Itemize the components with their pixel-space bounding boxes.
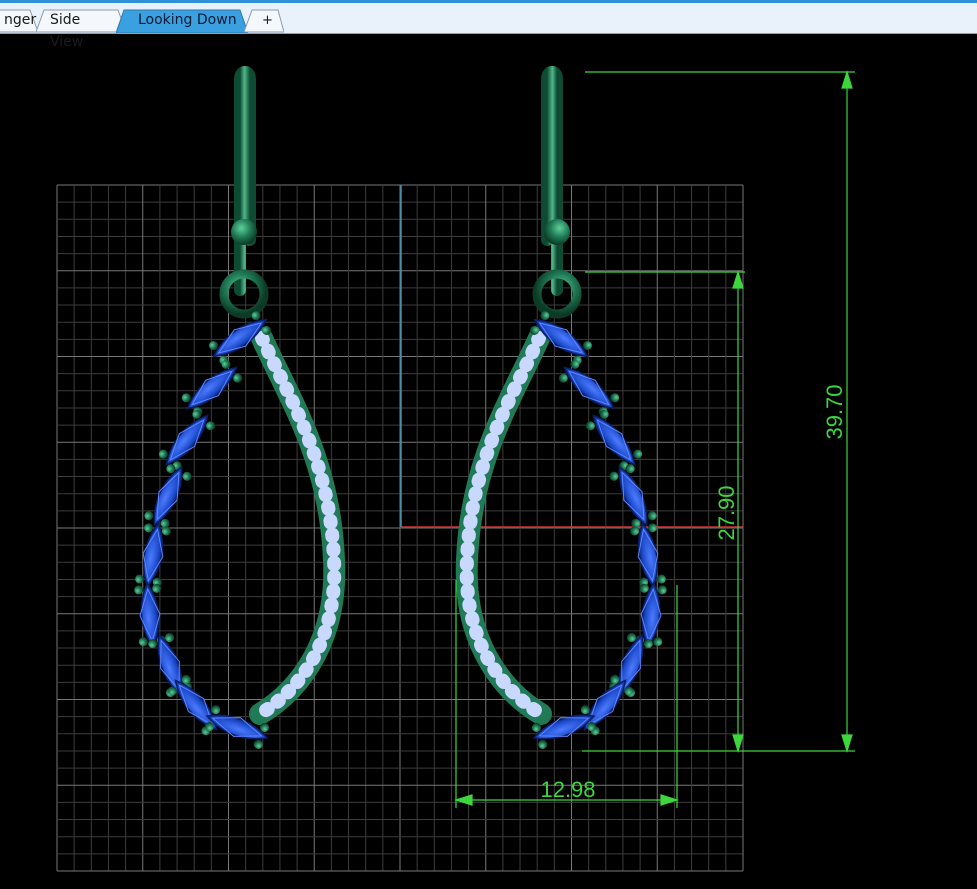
right-marquise-stones xyxy=(530,311,667,749)
right-wire-ball xyxy=(544,219,570,245)
viewport-canvas: 39.70 27.90 12.98 xyxy=(56,65,855,872)
right-marquise-stone xyxy=(585,409,643,471)
left-marquise-stone xyxy=(158,409,216,471)
drop-height-dimension: 27.90 xyxy=(714,485,739,540)
tab-add[interactable]: + xyxy=(244,9,284,33)
right-pave-row xyxy=(455,327,552,725)
right-marquise-stone xyxy=(630,521,666,589)
left-earring[interactable] xyxy=(134,65,346,751)
left-marquise-stone xyxy=(144,464,192,528)
3d-viewport[interactable]: 39.70 27.90 12.98 xyxy=(0,34,977,889)
total-height-dimension: 39.70 xyxy=(822,384,847,439)
right-earring[interactable] xyxy=(455,65,668,751)
right-ear-wire xyxy=(541,65,563,296)
tab-side-view[interactable]: Side View xyxy=(36,9,126,50)
right-marquise-stone xyxy=(609,464,657,528)
tab-finger[interactable]: nger xyxy=(0,9,38,33)
left-ear-wire xyxy=(234,65,256,296)
view-tab-bar: nger Side View Looking Down + xyxy=(0,0,977,50)
add-tab-icon: + xyxy=(262,13,273,28)
drop-width-dimension: 12.98 xyxy=(540,777,595,802)
left-wire-ball xyxy=(231,219,257,245)
left-marquise-stones xyxy=(134,311,271,749)
left-marquise-stone xyxy=(181,359,243,417)
tab-looking-down[interactable]: Looking Down xyxy=(116,9,248,33)
left-marquise-stone xyxy=(135,521,171,589)
